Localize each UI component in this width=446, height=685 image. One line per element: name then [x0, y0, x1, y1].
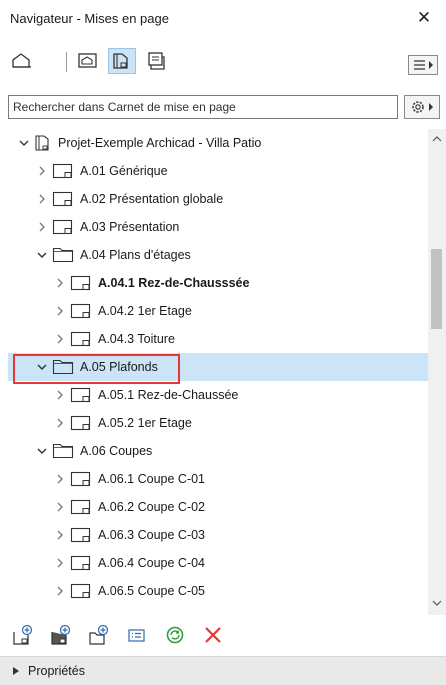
tree-item-label: A.03 Présentation [80, 220, 180, 234]
publisher-sets-icon[interactable] [142, 48, 170, 74]
tree-item[interactable]: A.04.2 1er Etage [8, 297, 428, 325]
chevron-down-icon[interactable] [36, 249, 48, 261]
chevron-right-icon[interactable] [54, 473, 66, 485]
view-map-icon[interactable] [74, 48, 102, 74]
tree-item-label: A.01 Générique [80, 164, 168, 178]
window-title: Navigateur - Mises en page [10, 11, 169, 26]
search-input[interactable] [13, 97, 388, 117]
tree-item[interactable]: A.06.5 Coupe C-05 [8, 577, 428, 605]
layout-icon [70, 471, 91, 487]
tree-item-label: A.05.1 Rez-de-Chaussée [98, 388, 239, 402]
layout-icon [70, 499, 91, 515]
list-menu-icon[interactable] [408, 55, 438, 75]
tree-item-label: A.04.1 Rez-de-Chausssée [98, 276, 250, 290]
chevron-right-icon[interactable] [54, 333, 66, 345]
chevron-right-icon[interactable] [36, 165, 48, 177]
tree-item-label: A.06.4 Coupe C-04 [98, 556, 206, 570]
title-bar: Navigateur - Mises en page ✕ [0, 0, 446, 38]
toolbar-separator [66, 52, 67, 72]
tree-item[interactable]: A.03 Présentation [8, 213, 428, 241]
new-subset-icon[interactable] [88, 624, 110, 646]
tree-item[interactable]: A.06.1 Coupe C-01 [8, 465, 428, 493]
layout-book-icon [35, 135, 49, 151]
tree-item-label: A.06.3 Coupe C-03 [98, 528, 206, 542]
new-layout-icon[interactable] [12, 624, 34, 646]
layout-icon [70, 387, 91, 403]
chevron-right-icon[interactable] [54, 305, 66, 317]
tree-item[interactable]: A.02 Présentation globale [8, 185, 428, 213]
tree-item[interactable]: A.04.3 Toiture [8, 325, 428, 353]
layout-icon [70, 555, 91, 571]
chevron-down-icon[interactable] [36, 445, 48, 457]
scroll-up-icon[interactable] [432, 135, 442, 143]
tree-item[interactable]: A.06.2 Coupe C-02 [8, 493, 428, 521]
bottom-toolbar [0, 616, 446, 652]
chevron-right-icon[interactable] [54, 557, 66, 569]
tree-item-label: A.05.2 1er Etage [98, 416, 192, 430]
close-icon[interactable]: ✕ [412, 6, 436, 30]
delete-icon[interactable] [202, 624, 224, 646]
search-box [8, 95, 398, 119]
tree-folder[interactable]: A.04 Plans d'étages [8, 241, 428, 269]
folder-icon [52, 443, 74, 459]
chevron-right-icon[interactable] [54, 277, 66, 289]
tree-item[interactable]: A.05.1 Rez-de-Chaussée [8, 381, 428, 409]
layout-tree: Projet-Exemple Archicad - Villa Patio A.… [8, 129, 428, 615]
chevron-right-icon[interactable] [54, 529, 66, 541]
chevron-down-icon[interactable] [18, 137, 30, 149]
layout-icon [70, 527, 91, 543]
selection-highlight-box [13, 354, 180, 384]
layout-settings-icon[interactable] [126, 624, 148, 646]
tree-item-label: A.06 Coupes [80, 444, 153, 458]
tree-root[interactable]: Projet-Exemple Archicad - Villa Patio [8, 129, 428, 157]
project-map-icon[interactable] [8, 48, 36, 74]
new-master-layout-icon[interactable] [50, 624, 72, 646]
expand-arrow-icon[interactable] [12, 666, 20, 676]
layout-icon [70, 275, 91, 291]
navigator-window: Navigateur - Mises en page ✕ Rechercher … [0, 0, 446, 685]
view-toolbar [0, 38, 446, 82]
tree-folder[interactable]: A.06 Coupes [8, 437, 428, 465]
chevron-right-icon[interactable] [54, 501, 66, 513]
layout-icon [70, 583, 91, 599]
tree-item[interactable]: A.06.4 Coupe C-04 [8, 549, 428, 577]
chevron-right-icon[interactable] [36, 193, 48, 205]
layout-icon [52, 191, 73, 207]
layout-book-icon[interactable] [108, 48, 136, 74]
layout-icon [52, 163, 73, 179]
scrollbar-thumb[interactable] [431, 249, 442, 329]
chevron-right-icon[interactable] [54, 585, 66, 597]
chevron-right-icon[interactable] [36, 221, 48, 233]
chevron-right-icon[interactable] [54, 389, 66, 401]
tree-item-label: A.04.2 1er Etage [98, 304, 192, 318]
chevron-right-icon[interactable] [54, 417, 66, 429]
tree-item-label: A.04.3 Toiture [98, 332, 175, 346]
tree-item[interactable]: A.06.3 Coupe C-03 [8, 521, 428, 549]
folder-icon [52, 247, 74, 263]
properties-label: Propriétés [28, 664, 85, 678]
gear-icon[interactable] [404, 95, 440, 119]
tree-item-label: A.04 Plans d'étages [80, 248, 191, 262]
layout-icon [70, 415, 91, 431]
tree-root-label: Projet-Exemple Archicad - Villa Patio [58, 136, 262, 150]
tree-item[interactable]: A.05.2 1er Etage [8, 409, 428, 437]
tree-scrollbar[interactable] [428, 129, 446, 615]
tree-item-label: A.06.1 Coupe C-01 [98, 472, 206, 486]
scroll-down-icon[interactable] [432, 599, 442, 607]
update-icon[interactable] [164, 624, 186, 646]
layout-icon [70, 331, 91, 347]
tree-item-label: A.06.2 Coupe C-02 [98, 500, 206, 514]
tree-item-label: A.06.5 Coupe C-05 [98, 584, 206, 598]
layout-icon [52, 219, 73, 235]
tree-item[interactable]: A.04.1 Rez-de-Chausssée [8, 269, 428, 297]
tree-item[interactable]: A.01 Générique [8, 157, 428, 185]
properties-panel-header[interactable]: Propriétés [0, 656, 446, 685]
layout-icon [70, 303, 91, 319]
tree-item-label: A.02 Présentation globale [80, 192, 224, 206]
